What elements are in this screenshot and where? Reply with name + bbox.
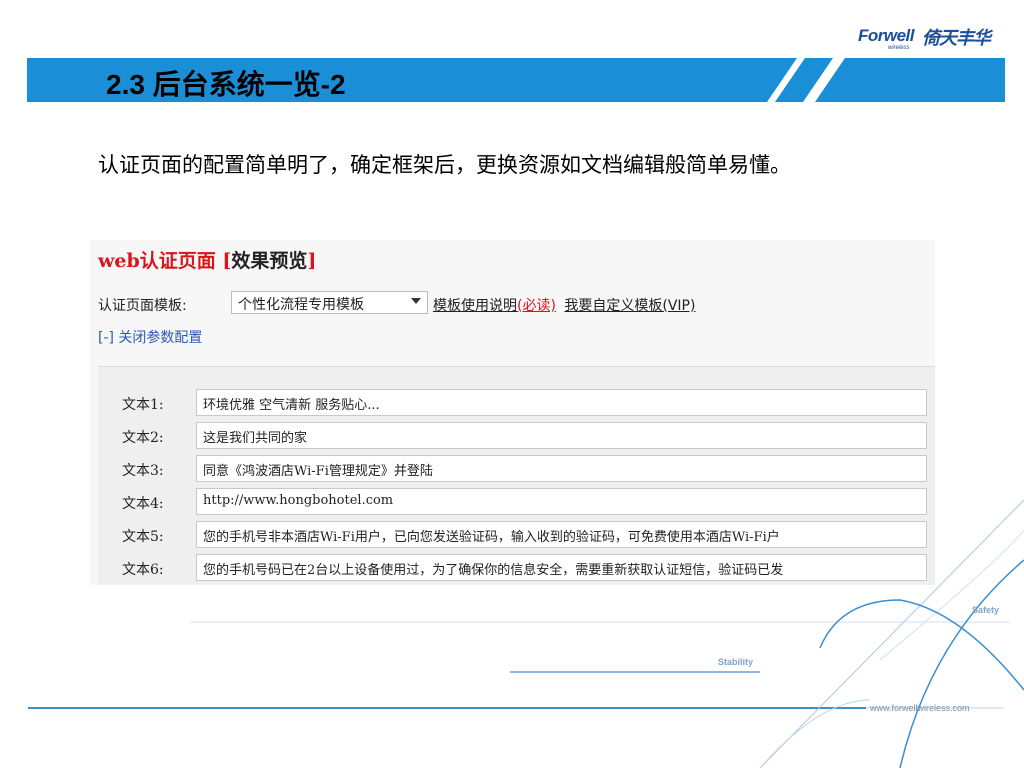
template-links: 模板使用说明(必读) 我要自定义模板(VIP) xyxy=(433,295,695,315)
website-url: www.forwellwireless.com xyxy=(870,703,970,713)
logo-brand-cn: 倚天丰华 xyxy=(922,28,991,49)
text2-input[interactable]: 这是我们共同的家 xyxy=(196,422,927,449)
stability-tag: Stability xyxy=(718,657,754,667)
custom-template-link[interactable]: 我要自定义模板(VIP) xyxy=(564,298,695,314)
logo-brand-sub: wireless xyxy=(888,45,910,51)
text4-input[interactable]: http://www.hongbohotel.com xyxy=(196,488,927,515)
param-row: 文本5: 您的手机号非本酒店Wi-Fi用户，已向您发送验证码，输入收到的验证码，… xyxy=(98,521,935,549)
template-usage-text: 模板使用说明 xyxy=(433,298,517,314)
text5-input[interactable]: 您的手机号非本酒店Wi-Fi用户，已向您发送验证码，输入收到的验证码，可免费使用… xyxy=(196,521,927,548)
logo-brand-en: Forwell xyxy=(858,26,915,45)
panel-header: web认证页面 [效果预览] xyxy=(98,246,316,273)
text3-input[interactable]: 同意《鸿波酒店Wi-Fi管理规定》并登陆 xyxy=(196,455,927,482)
header-bracket-close: ] xyxy=(307,250,317,272)
slide: Forwell wireless 倚天丰华 2.3 后台系统一览-2 认证页面的… xyxy=(0,0,1024,768)
param-row: 文本1: 环境优雅 空气清新 服务贴心... xyxy=(98,389,935,417)
param-row: 文本3: 同意《鸿波酒店Wi-Fi管理规定》并登陆 xyxy=(98,455,935,483)
auth-page-config-panel: web认证页面 [效果预览] 认证页面模板: 个性化流程专用模板 模板使用说明(… xyxy=(90,240,935,585)
params-section: 文本1: 环境优雅 空气清新 服务贴心... 文本2: 这是我们共同的家 文本3… xyxy=(98,366,935,585)
param-label: 文本6: xyxy=(122,562,164,578)
param-label: 文本3: xyxy=(122,463,164,479)
template-usage-link[interactable]: 模板使用说明(必读) xyxy=(433,298,556,314)
template-select[interactable]: 个性化流程专用模板 xyxy=(231,291,428,314)
dropdown-arrow-icon xyxy=(411,298,421,304)
must-read-text: (必读) xyxy=(517,298,556,314)
safety-tag: Safety xyxy=(972,605,1000,615)
param-label: 文本5: xyxy=(122,529,164,545)
header-bracket-open: [ xyxy=(222,250,232,272)
param-row: 文本6: 您的手机号码已在2台以上设备使用过，为了确保你的信息安全，需要重新获取… xyxy=(98,554,935,582)
param-label: 文本1: xyxy=(122,397,164,413)
slide-description: 认证页面的配置简单明了，确定框架后，更换资源如文档编辑般简单易懂。 xyxy=(98,153,791,177)
param-row: 文本2: 这是我们共同的家 xyxy=(98,422,935,450)
text6-input[interactable]: 您的手机号码已在2台以上设备使用过，为了确保你的信息安全，需要重新获取认证短信，… xyxy=(196,554,927,581)
param-row: 文本4: http://www.hongbohotel.com xyxy=(98,488,935,516)
forwell-logo: Forwell wireless 倚天丰华 xyxy=(858,24,1004,52)
param-label: 文本4: xyxy=(122,496,164,512)
slide-title: 2.3 后台系统一览-2 xyxy=(106,69,346,100)
template-select-value: 个性化流程专用模板 xyxy=(238,297,364,313)
param-label: 文本2: xyxy=(122,430,164,446)
close-params-toggle[interactable]: [-] 关闭参数配置 xyxy=(98,327,202,347)
template-label: 认证页面模板: xyxy=(98,298,187,314)
header-web-auth: web认证页面 xyxy=(98,250,216,272)
text1-input[interactable]: 环境优雅 空气清新 服务贴心... xyxy=(196,389,927,416)
header-preview-link[interactable]: 效果预览 xyxy=(231,250,307,272)
